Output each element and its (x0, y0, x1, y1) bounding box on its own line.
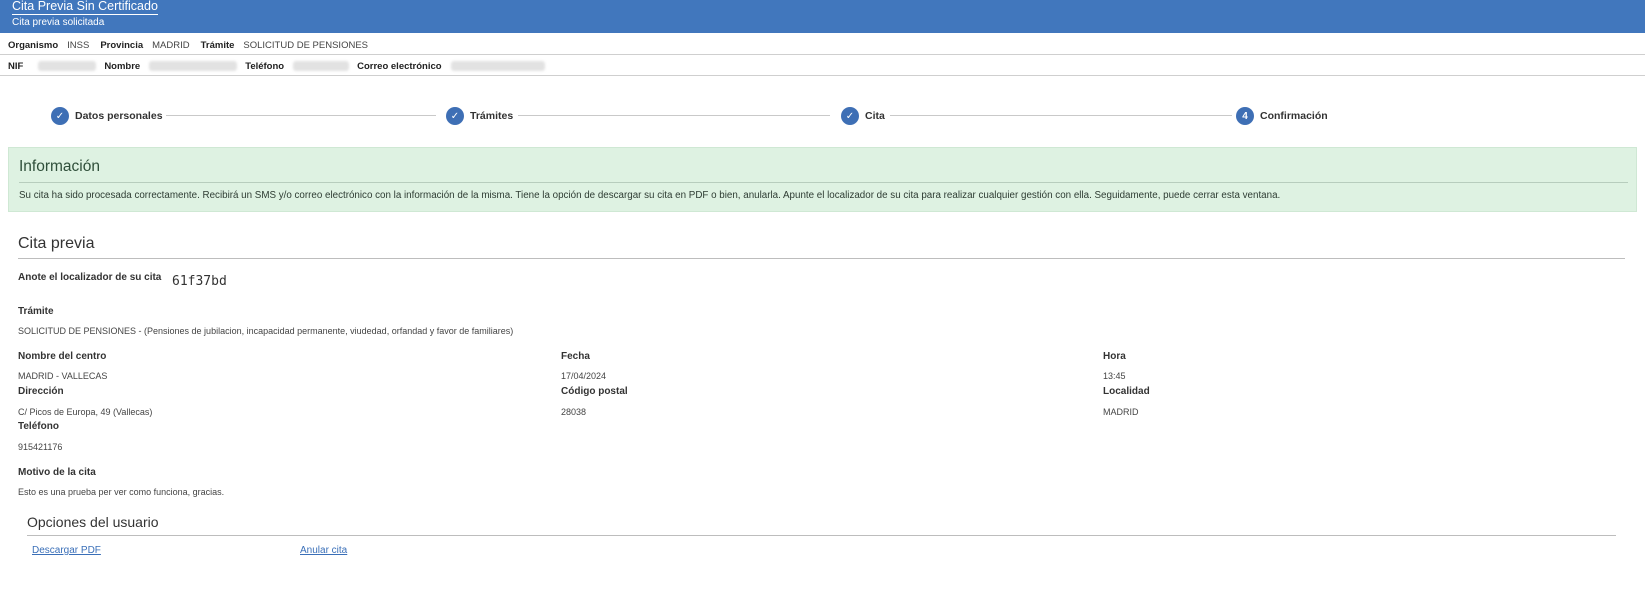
centro-label: Nombre del centro (18, 351, 107, 362)
locator-label: Anote el localizador de su cita (18, 272, 162, 283)
nif-redacted-value (38, 61, 97, 71)
correo-redacted-value (450, 61, 545, 71)
check-icon: ✓ (51, 107, 69, 125)
app-subtitle: Cita previa solicitada (12, 17, 105, 28)
direccion-label: Dirección (18, 386, 64, 397)
hora-label: Hora (1103, 351, 1126, 362)
personal-data-row: NIF Nombre Teléfono Correo electrónico (0, 57, 1645, 76)
info-divider (19, 182, 1628, 183)
check-icon: ✓ (446, 107, 464, 125)
fecha-label: Fecha (561, 351, 590, 362)
info-text: Su cita ha sido procesada correctamente.… (19, 190, 1281, 201)
telefono-redacted-value (293, 61, 350, 71)
check-icon: ✓ (841, 107, 859, 125)
step-connector (166, 115, 436, 116)
nombre-redacted-value (149, 61, 238, 71)
summary-row: Organismo INSS Provincia MADRID Trámite … (0, 36, 1645, 55)
motivo-value: Esto es una prueba per ver como funciona… (18, 487, 225, 497)
options-divider (27, 535, 1616, 536)
download-pdf-link[interactable]: Descargar PDF (32, 545, 101, 556)
correo-label: Correo electrónico (357, 60, 442, 72)
step-label: Trámites (470, 110, 514, 122)
fecha-value: 17/04/2024 (561, 371, 607, 381)
localidad-label: Localidad (1103, 386, 1150, 397)
codigo-postal-label: Código postal (561, 386, 628, 397)
provincia-label: Provincia (100, 39, 144, 51)
info-title: Información (19, 158, 100, 175)
motivo-label: Motivo de la cita (18, 467, 96, 478)
telefono-centro-value: 915421176 (18, 442, 63, 452)
step-cita: ✓ Cita (841, 107, 885, 125)
nif-label: NIF (8, 60, 24, 72)
options-title: Opciones del usuario (27, 514, 159, 530)
tramite-detail-label: Trámite (18, 306, 54, 317)
tramite-value: SOLICITUD DE PENSIONES (243, 39, 368, 51)
section-divider (18, 258, 1625, 259)
codigo-postal-value: 28038 (561, 407, 587, 417)
info-alert: Información Su cita ha sido procesada co… (8, 147, 1637, 212)
organismo-label: Organismo (8, 39, 59, 51)
step-label: Confirmación (1260, 110, 1328, 122)
centro-value: MADRID - VALLECAS (18, 371, 108, 381)
hora-value: 13:45 (1103, 371, 1126, 381)
app-header: Cita Previa Sin Certificado Cita previa … (0, 0, 1645, 33)
provincia-value: MADRID (152, 39, 190, 51)
step-connector (890, 115, 1232, 116)
tramite-label: Trámite (200, 39, 235, 51)
step-datos-personales: ✓ Datos personales (51, 107, 163, 125)
localidad-value: MADRID (1103, 407, 1139, 417)
step-confirmacion: 4 Confirmación (1236, 107, 1328, 125)
app-title: Cita Previa Sin Certificado (12, 0, 158, 15)
step-tramites: ✓ Trámites (446, 107, 513, 125)
organismo-value: INSS (67, 39, 90, 51)
step-label: Cita (865, 110, 885, 122)
locator-value: 61f37bd (172, 274, 227, 289)
telefono-centro-label: Teléfono (18, 421, 59, 432)
step-label: Datos personales (75, 110, 163, 122)
step-connector (518, 115, 830, 116)
telefono-label: Teléfono (245, 60, 285, 72)
tramite-detail-value: SOLICITUD DE PENSIONES - (Pensiones de j… (18, 326, 514, 336)
cancel-appointment-link[interactable]: Anular cita (300, 545, 347, 556)
step-number: 4 (1236, 107, 1254, 125)
direccion-value: C/ Picos de Europa, 49 (Vallecas) (18, 407, 153, 417)
cita-section-title: Cita previa (18, 235, 95, 252)
nombre-label: Nombre (104, 60, 141, 72)
